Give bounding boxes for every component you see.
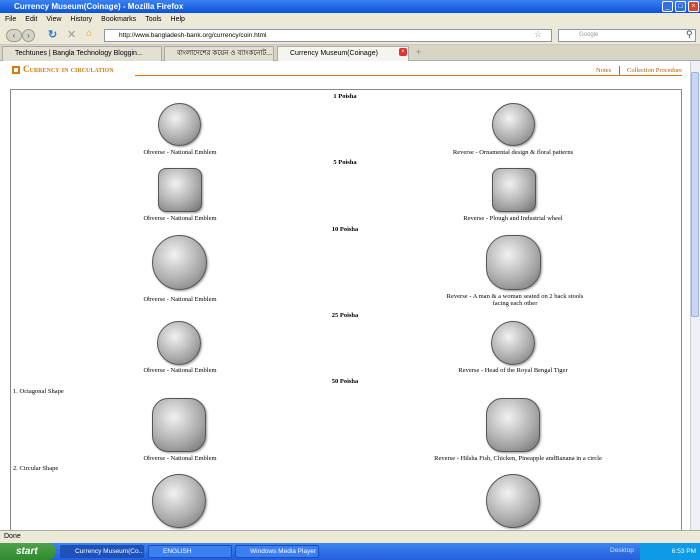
obverse-caption: Obverse - National Emblem — [143, 296, 217, 303]
url-bar[interactable]: http://www.bangladesh-bank.org/currency/… — [104, 29, 552, 42]
shape-label: 2. Circular Shape — [13, 465, 59, 472]
close-button[interactable]: × — [688, 1, 699, 12]
tab-label: বাংলাদেশের কয়েন ও ব্যাংকনোট... — [177, 50, 273, 57]
menu-edit[interactable]: Edit — [25, 16, 37, 23]
coin-5-poisha-obverse — [158, 168, 202, 212]
coin-10-poisha-obverse — [152, 235, 207, 290]
reverse-caption: Reverse - Head of the Royal Bengal Tiger — [458, 367, 568, 374]
menu-file[interactable]: File — [5, 16, 16, 23]
tab-bangla[interactable]: বাংলাদেশের কয়েন ও ব্যাংকনোট... — [164, 46, 274, 61]
obverse-caption: Obverse - National Emblem — [143, 455, 217, 462]
coin-10-poisha-reverse — [486, 235, 541, 290]
tab-bar: Techtunes | Bangla Technology Bloggin...… — [0, 45, 700, 61]
denomination-label: 10 Poisha — [331, 226, 359, 233]
coin-25-poisha-reverse — [491, 321, 535, 365]
coin-50-poisha-circular-reverse — [486, 474, 540, 528]
tab-currency-museum[interactable]: Currency Museum(Coinage) — [277, 46, 409, 61]
home-icon[interactable]: ⌂ — [86, 28, 92, 39]
notes-link[interactable]: Notes — [596, 67, 611, 74]
taskbar-english[interactable]: ENGLISH — [148, 545, 232, 558]
coin-25-poisha-obverse — [157, 321, 201, 365]
back-button[interactable]: ‹ — [6, 29, 22, 42]
system-tray: 6:53 PM — [640, 543, 700, 560]
tab-label: Techtunes | Bangla Technology Bloggin... — [15, 50, 143, 57]
coin-50-poisha-octagonal-obverse — [152, 398, 206, 452]
coin-1-poisha-reverse — [492, 103, 535, 146]
search-input[interactable]: Google — [558, 29, 696, 42]
title-bar: Currency Museum(Coinage) - Mozilla Firef… — [0, 0, 700, 13]
desktop-toolbar[interactable]: Desktop — [610, 547, 634, 554]
taskbar-media-player[interactable]: Windows Media Player — [235, 545, 319, 558]
stop-icon[interactable]: ✕ — [67, 28, 76, 41]
reverse-caption: Reverse - Ornamental design & floral pat… — [452, 149, 574, 156]
clock: 6:53 PM — [671, 548, 696, 555]
reverse-caption: Reverse - Hilsha Fish, Chicken, Pineappl… — [434, 455, 602, 462]
divider — [619, 66, 620, 75]
minimize-button[interactable]: _ — [662, 1, 673, 12]
menu-view[interactable]: View — [46, 16, 61, 23]
coin-1-poisha-obverse — [158, 103, 201, 146]
page-content: Currency in circulation Notes Collection… — [0, 61, 690, 530]
coin-5-poisha-reverse — [492, 168, 536, 212]
scrollbar-thumb[interactable] — [691, 72, 699, 317]
menu-tools[interactable]: Tools — [145, 16, 161, 23]
denomination-label: 5 Poisha — [333, 159, 357, 166]
status-bar: Done — [0, 530, 700, 543]
search-icon[interactable]: ⚲ — [686, 29, 693, 40]
coin-50-poisha-circular-obverse — [152, 474, 206, 528]
obverse-caption: Obverse - National Emblem — [143, 149, 217, 156]
tab-label: Currency Museum(Coinage) — [290, 50, 378, 57]
obverse-caption: Obverse - National Emblem — [143, 367, 217, 374]
menu-bookmarks[interactable]: Bookmarks — [101, 16, 136, 23]
reverse-caption: Reverse - A man & a woman seated on 2 ba… — [446, 293, 584, 307]
navigation-toolbar: ‹ › ↻ ✕ ⌂ http://www.bangladesh-bank.org… — [0, 26, 700, 45]
tab-techtunes[interactable]: Techtunes | Bangla Technology Bloggin... — [2, 46, 162, 61]
denomination-label: 1 Poisha — [333, 93, 357, 100]
menu-history[interactable]: History — [70, 16, 92, 23]
collection-procedure-link[interactable]: Collection Procedure — [627, 67, 682, 74]
coin-50-poisha-octagonal-reverse — [486, 398, 540, 452]
denomination-label: 25 Poisha — [331, 312, 359, 319]
heading-rule — [135, 75, 682, 76]
page-heading: Currency in circulation — [23, 64, 114, 74]
menu-help[interactable]: Help — [171, 16, 185, 23]
start-button[interactable]: start — [0, 543, 56, 560]
taskbar-firefox[interactable]: Currency Museum(Co... — [60, 545, 144, 558]
new-tab-button[interactable]: + — [416, 47, 421, 57]
bookmark-star-icon[interactable]: ☆ — [534, 29, 542, 40]
shape-label: 1. Octagonal Shape — [13, 388, 64, 395]
reload-icon[interactable]: ↻ — [48, 28, 57, 41]
forward-button[interactable]: › — [22, 29, 35, 42]
menu-bar: File Edit View History Bookmarks Tools Help — [0, 13, 700, 26]
heading-square-icon — [12, 66, 20, 74]
maximize-button[interactable]: □ — [675, 1, 686, 12]
reverse-caption: Reverse - Plough and Industrial wheel — [463, 215, 563, 222]
obverse-caption: Obverse - National Emblem — [143, 215, 217, 222]
denomination-label: 50 Poisha — [331, 378, 359, 385]
close-tab-icon[interactable]: × — [399, 48, 407, 56]
